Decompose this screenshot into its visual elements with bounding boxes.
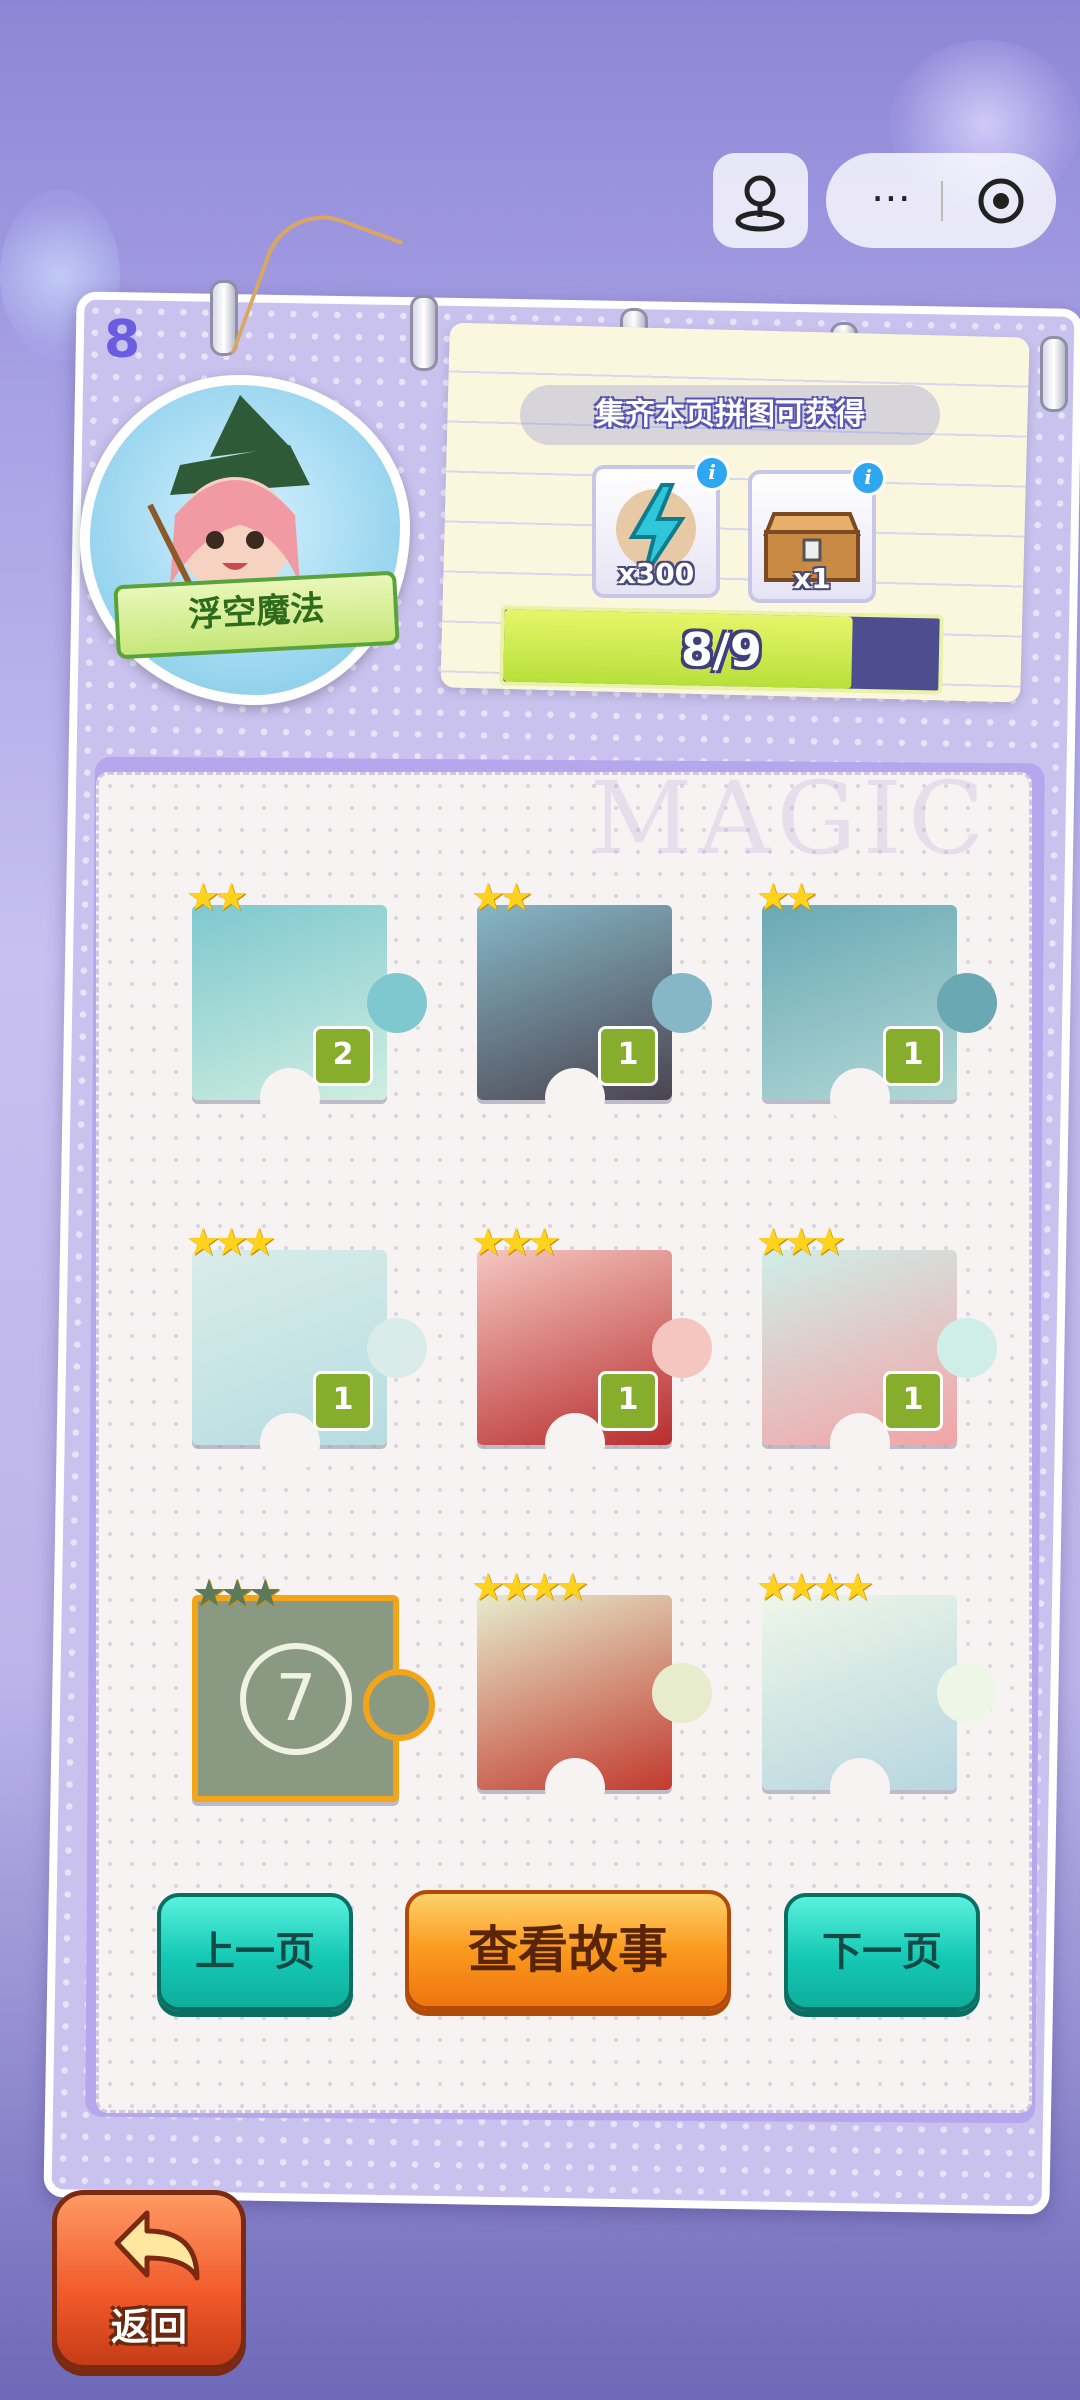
puzzle-piece[interactable]: ★★★ 1 bbox=[471, 1220, 712, 1473]
puzzle-piece[interactable]: ★★★★ bbox=[756, 1565, 997, 1818]
next-page-button[interactable]: 下一页 bbox=[784, 1893, 980, 2011]
star-rating: ★★★ bbox=[192, 1571, 282, 1615]
puzzle-notch bbox=[830, 1068, 890, 1128]
puzzle-notch bbox=[830, 1758, 890, 1818]
more-button[interactable]: ⋯ bbox=[846, 153, 936, 248]
capsule-divider bbox=[941, 181, 943, 221]
star-rating: ★★★★ bbox=[756, 1565, 874, 1609]
star-rating: ★★★★ bbox=[471, 1565, 589, 1609]
more-dots-icon: ⋯ bbox=[871, 175, 911, 221]
star-rating: ★★★ bbox=[186, 1220, 276, 1264]
reward-chest-count: x1 bbox=[793, 562, 831, 595]
puzzle-tab bbox=[652, 1663, 712, 1723]
piece-count-badge: 1 bbox=[313, 1371, 373, 1431]
puzzle-notch bbox=[830, 1413, 890, 1473]
star-rating: ★★★ bbox=[471, 1220, 561, 1264]
puzzle-piece[interactable]: ★★ 1 bbox=[756, 875, 997, 1128]
profile-button[interactable] bbox=[713, 153, 808, 248]
puzzle-tab bbox=[363, 1669, 435, 1741]
reward-chest[interactable]: x1 i bbox=[748, 460, 886, 603]
info-icon[interactable]: i bbox=[694, 455, 730, 491]
puzzle-tab bbox=[652, 1318, 712, 1378]
info-icon[interactable]: i bbox=[850, 460, 886, 496]
puzzle-piece[interactable]: ★★ 2 bbox=[186, 875, 427, 1128]
close-button[interactable] bbox=[956, 153, 1046, 248]
piece-count-badge: 1 bbox=[598, 1026, 658, 1086]
puzzle-tab bbox=[937, 1663, 997, 1723]
ring-binder bbox=[410, 295, 438, 371]
progress-text: 8/9 bbox=[680, 622, 763, 678]
puzzle-notch bbox=[545, 1413, 605, 1473]
puzzle-piece[interactable]: ★★★★ bbox=[471, 1565, 712, 1818]
puzzle-piece[interactable]: ★★★ 1 bbox=[756, 1220, 997, 1473]
piece-count-badge: 1 bbox=[883, 1371, 943, 1431]
star-rating: ★★ bbox=[471, 875, 533, 919]
collection-progress-bar: 8/9 bbox=[499, 605, 944, 695]
reward-energy[interactable]: x300 i bbox=[592, 455, 730, 598]
piece-count-badge: 1 bbox=[883, 1026, 943, 1086]
puzzle-tab bbox=[937, 1318, 997, 1378]
back-label: 返回 bbox=[110, 2305, 187, 2349]
mini-program-capsule: ⋯ bbox=[826, 153, 1056, 248]
joystick-icon bbox=[735, 175, 785, 232]
view-story-button[interactable]: 查看故事 bbox=[405, 1890, 731, 2010]
page-number: 8 bbox=[104, 310, 141, 370]
board-watermark: MAGIC bbox=[590, 760, 991, 877]
star-rating: ★★★ bbox=[756, 1220, 846, 1264]
puzzle-piece-locked[interactable]: 7 ★★★ bbox=[192, 1571, 435, 1802]
locked-piece-number: 7 bbox=[240, 1643, 352, 1755]
puzzle-tab bbox=[367, 973, 427, 1033]
star-rating: ★★ bbox=[756, 875, 818, 919]
piece-count-badge: 2 bbox=[313, 1026, 373, 1086]
puzzle-notch bbox=[260, 1413, 320, 1473]
reward-title: 集齐本页拼图可获得 bbox=[520, 385, 940, 445]
target-icon bbox=[978, 178, 1024, 224]
reward-energy-count: x300 bbox=[617, 557, 695, 590]
badge-name-banner: 浮空魔法 bbox=[113, 570, 400, 660]
puzzle-tab bbox=[367, 1318, 427, 1378]
puzzle-notch bbox=[545, 1758, 605, 1818]
puzzle-notch bbox=[260, 1068, 320, 1128]
star-rating: ★★ bbox=[186, 875, 248, 919]
prev-page-button[interactable]: 上一页 bbox=[157, 1893, 353, 2011]
puzzle-notch bbox=[545, 1068, 605, 1128]
puzzle-tab bbox=[937, 973, 997, 1033]
back-button[interactable]: 返回 bbox=[52, 2190, 246, 2370]
puzzle-tab bbox=[652, 973, 712, 1033]
piece-count-badge: 1 bbox=[598, 1371, 658, 1431]
puzzle-piece[interactable]: ★★ 1 bbox=[471, 875, 712, 1128]
puzzle-piece[interactable]: ★★★ 1 bbox=[186, 1220, 427, 1473]
ring-binder bbox=[1040, 336, 1068, 412]
